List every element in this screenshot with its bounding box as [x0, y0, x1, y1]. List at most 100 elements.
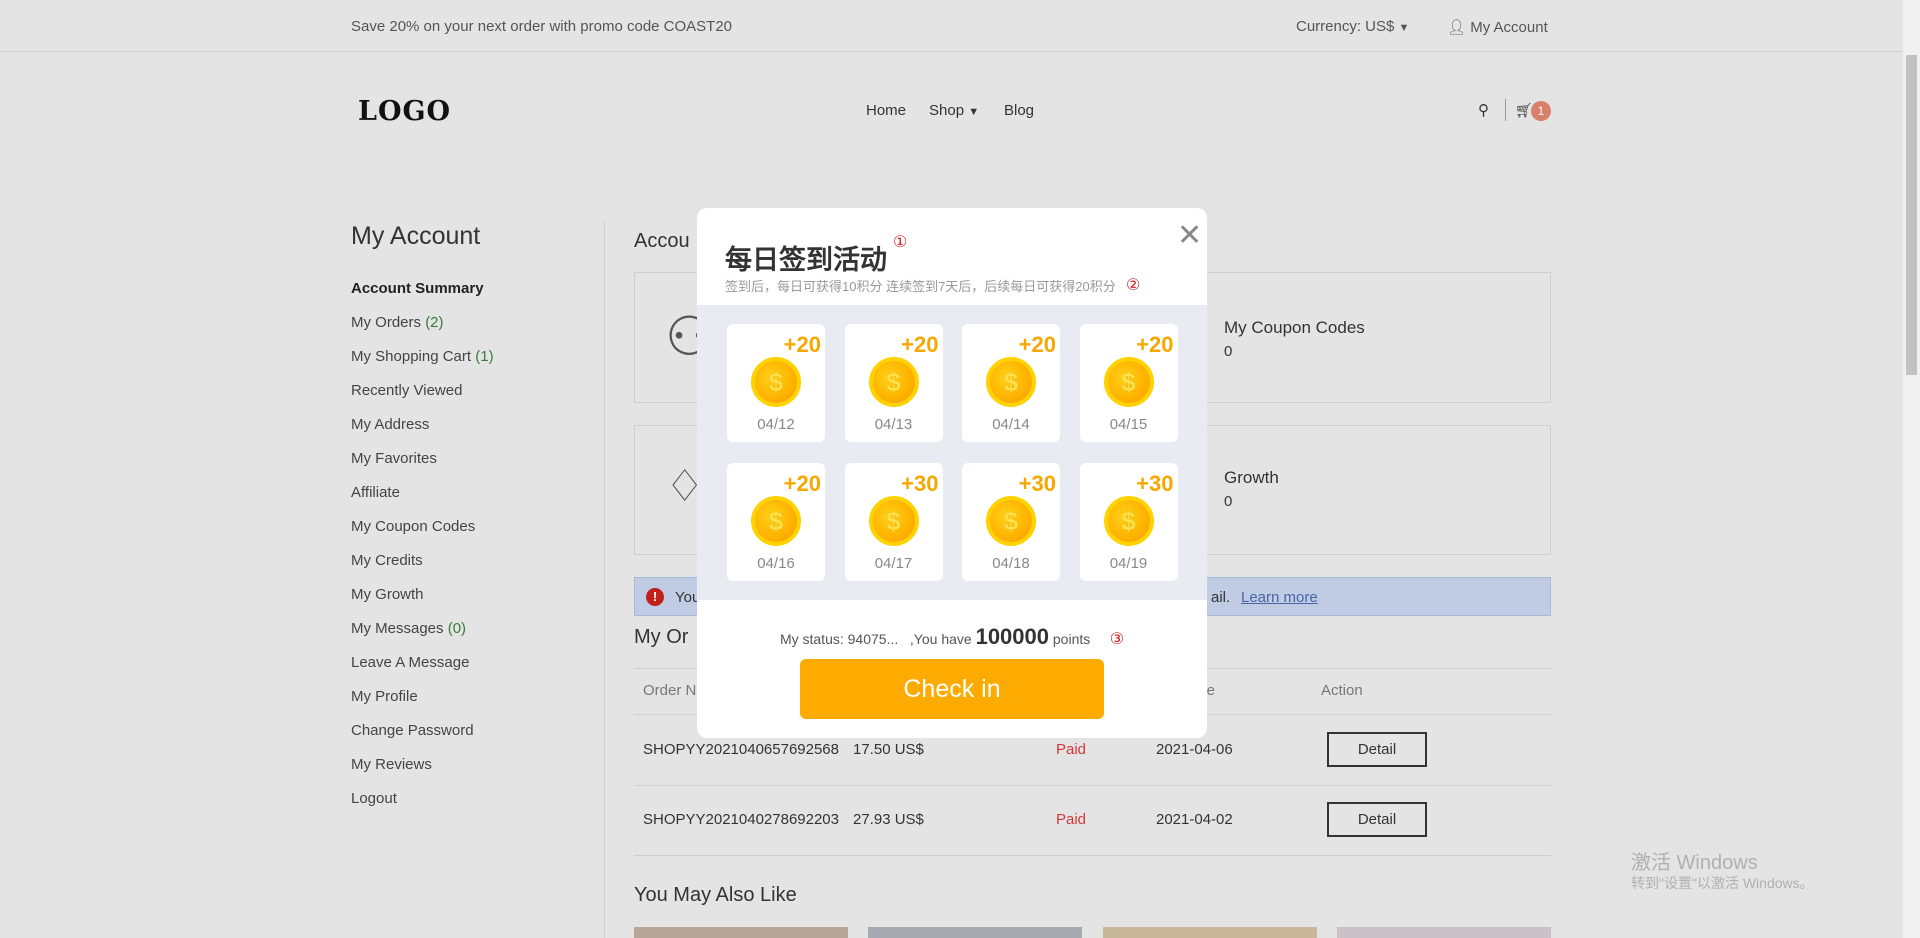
sidebar-item[interactable]: My Address [351, 416, 429, 433]
coupon-codes-label[interactable]: My Coupon Codes [1224, 318, 1365, 338]
order-number: SHOPYY2021040657692568 [643, 741, 839, 758]
sidebar-item[interactable]: My Shopping Cart (1) [351, 348, 494, 365]
day-date: 04/17 [874, 555, 913, 572]
checkin-modal: 每日签到活动 ① ✕ 签到后，每日可获得10积分 连续签到7天后，后续每日可获得… [697, 208, 1207, 738]
checkin-day-card[interactable]: +30 $ 04/19 [1079, 463, 1178, 581]
sidebar-item-label: Logout [351, 790, 397, 807]
detail-button[interactable]: Detail [1327, 802, 1427, 837]
sidebar-item-count: (2) [425, 314, 444, 331]
learn-more-link[interactable]: Learn more [1241, 589, 1318, 606]
windows-watermark-sub: 转到"设置"以激活 Windows。 [1631, 875, 1814, 891]
sidebar-item[interactable]: My Credits [351, 552, 423, 569]
sidebar-item-label: My Favorites [351, 450, 437, 467]
my-account-link[interactable]: 👤︎ My Account [1447, 18, 1548, 36]
divider [634, 785, 1551, 786]
coin-icon: $ [751, 357, 801, 407]
currency-select[interactable]: Currency: US$ ▼ [1296, 18, 1409, 35]
modal-title: 每日签到活动 [725, 245, 887, 275]
coin-icon: $ [1103, 496, 1154, 546]
cart-count-badge: 1 [1531, 101, 1551, 121]
page-title: Accou [634, 230, 690, 252]
growth-value: 0 [1224, 493, 1233, 510]
day-date: 04/18 [992, 555, 1030, 572]
sidebar-item[interactable]: Affiliate [351, 484, 400, 501]
check-in-button[interactable]: Check in [800, 659, 1104, 719]
day-points: +20 [1018, 332, 1056, 357]
checkin-day-card[interactable]: +30 $ 04/17 [844, 463, 943, 581]
sidebar-item[interactable]: Recently Viewed [351, 382, 462, 399]
checkin-day-card[interactable]: +20 $ 04/13 [844, 324, 943, 442]
have-label: ,You have [909, 631, 972, 647]
windows-watermark: 激活 Windows [1631, 852, 1758, 874]
order-status: Paid [1056, 811, 1087, 828]
sidebar-item-label: My Growth [351, 586, 424, 603]
checkin-day-card[interactable]: +20 $ 04/16 [727, 463, 825, 581]
sidebar-item-label: My Messages [351, 620, 444, 637]
day-points: +30 [1136, 471, 1174, 496]
currency-label: Currency: US$ [1296, 18, 1395, 35]
sidebar-item[interactable]: Account Summary [351, 280, 484, 297]
coin-icon: $ [986, 496, 1036, 546]
sidebar-item-label: My Reviews [351, 756, 432, 773]
day-date: 04/12 [757, 416, 795, 433]
caret-down-icon: ▼ [1398, 22, 1410, 34]
sidebar-item[interactable]: My Messages (0) [351, 620, 466, 637]
modal-subtitle: 签到后，每日可获得10积分 连续签到7天后，后续每日可获得20积分 [725, 279, 1116, 294]
divider [634, 855, 1551, 856]
coin-icon: $ [868, 496, 919, 546]
sidebar-item[interactable]: Logout [351, 790, 397, 807]
nav-blog[interactable]: Blog [1004, 102, 1034, 119]
alert-icon: ! [646, 588, 664, 606]
sidebar-item[interactable]: My Orders (2) [351, 314, 444, 331]
checkin-day-card[interactable]: +20 $ 04/12 [727, 324, 825, 442]
sidebar-item-count: (1) [475, 348, 494, 365]
checkin-day-card[interactable]: +20 $ 04/14 [962, 324, 1060, 442]
product-image[interactable] [634, 927, 848, 938]
sidebar-item[interactable]: Leave A Message [351, 654, 469, 671]
day-points: +30 [1018, 471, 1056, 496]
sidebar-item[interactable]: My Reviews [351, 756, 432, 773]
sidebar-item[interactable]: Change Password [351, 722, 474, 739]
day-date: 04/14 [992, 416, 1030, 433]
sidebar-item-label: My Shopping Cart [351, 348, 472, 365]
growth-label[interactable]: Growth [1224, 468, 1279, 488]
day-points: +20 [783, 471, 821, 496]
checkin-day-card[interactable]: +20 $ 04/15 [1079, 324, 1178, 442]
col-action: Action [1321, 682, 1363, 699]
nav-home[interactable]: Home [866, 102, 906, 119]
scrollbar-thumb[interactable] [1906, 55, 1917, 375]
coin-icon: $ [986, 357, 1036, 407]
product-image[interactable] [1103, 927, 1317, 938]
nav-shop[interactable]: Shop ▼ [929, 102, 979, 119]
detail-button[interactable]: Detail [1327, 732, 1427, 767]
user-icon: 👤︎ [1447, 19, 1467, 36]
order-status: Paid [1056, 741, 1087, 758]
status-label: My status: 94075... [779, 631, 899, 647]
sidebar-item-label: My Coupon Codes [351, 518, 476, 535]
search-icon[interactable]: ⚲ [1478, 101, 1489, 119]
day-date: 04/13 [874, 416, 913, 433]
marker-2: ② [1126, 277, 1141, 294]
coin-icon: $ [868, 357, 919, 407]
product-image[interactable] [868, 927, 1082, 938]
sidebar-item[interactable]: My Growth [351, 586, 424, 603]
sidebar-item-label: Account Summary [351, 280, 484, 297]
close-icon[interactable]: ✕ [1177, 218, 1202, 253]
sidebar-item[interactable]: My Favorites [351, 450, 437, 467]
scrollbar[interactable] [1903, 0, 1920, 938]
promo-topbar: Save 20% on your next order with promo c… [0, 0, 1902, 52]
col-order-no: Order N [643, 682, 697, 699]
day-points: +20 [783, 332, 821, 357]
order-time: 2021-04-02 [1156, 811, 1233, 828]
sidebar-item-label: My Address [351, 416, 430, 433]
sidebar-item[interactable]: My Coupon Codes [351, 518, 475, 535]
marker-3: ③ [1109, 631, 1125, 648]
product-image[interactable] [1337, 927, 1551, 938]
checkin-day-card[interactable]: +30 $ 04/18 [962, 463, 1060, 581]
sidebar-item[interactable]: My Profile [351, 688, 418, 705]
day-points: +20 [901, 332, 939, 357]
alert-text-end: ail. [1211, 589, 1231, 606]
nav-shop-label: Shop [929, 102, 965, 119]
logo[interactable]: LOGO [358, 96, 451, 127]
order-price: 27.93 US$ [853, 811, 924, 828]
